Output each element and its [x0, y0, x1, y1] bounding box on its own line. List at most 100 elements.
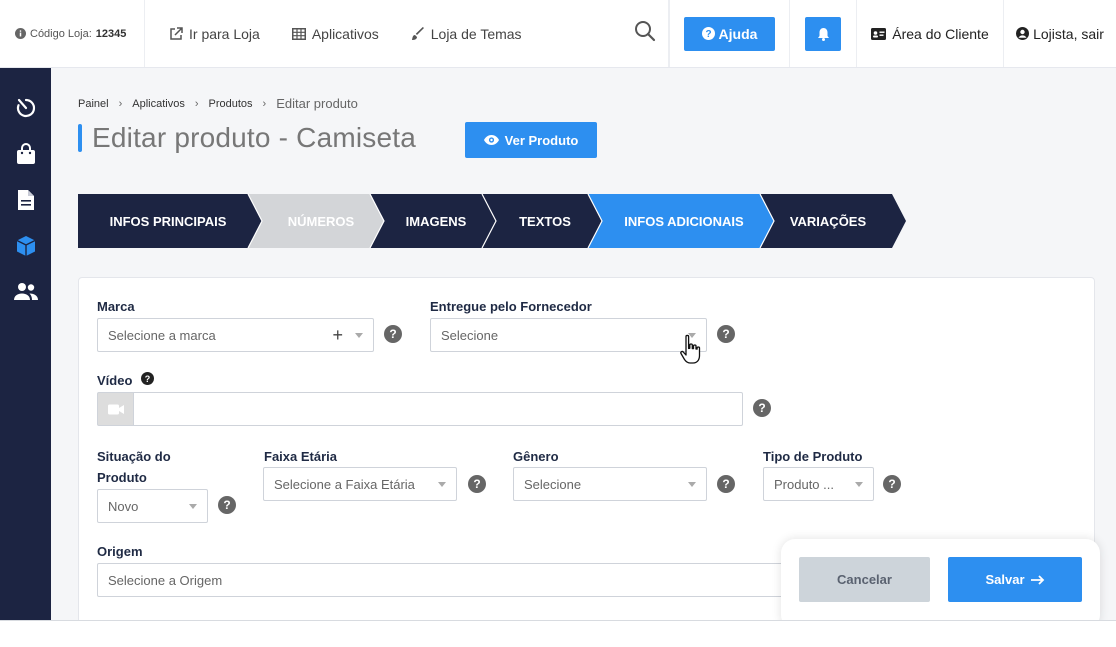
- origin-label: Origem: [97, 544, 143, 559]
- bottom-strip: [0, 620, 1116, 647]
- breadcrumb-separator-icon: ›: [118, 97, 123, 110]
- chevron-down-icon: [438, 482, 446, 487]
- link-go-to-store-label: Ir para Loja: [189, 25, 260, 42]
- chevron-down-icon: [688, 482, 696, 487]
- brand-label: Marca: [97, 299, 135, 314]
- page-title: Editar produto - Camiseta: [78, 122, 416, 154]
- tab-imagens[interactable]: IMAGENS: [380, 194, 492, 248]
- eye-icon: [483, 135, 499, 145]
- product-type-help-icon[interactable]: ?: [883, 475, 901, 493]
- age-range-label: Faixa Etária: [264, 449, 337, 464]
- product-type-select[interactable]: Produto ...: [763, 467, 874, 501]
- title-accent-bar: [78, 124, 82, 152]
- supplier-help-icon[interactable]: ?: [717, 325, 735, 343]
- link-apps[interactable]: Aplicativos: [291, 25, 379, 42]
- store-code-value: 12345: [95, 27, 127, 40]
- view-product-label: Ver Produto: [504, 132, 579, 148]
- speedometer-icon: [16, 98, 35, 118]
- gender-select[interactable]: Selecione: [513, 467, 707, 501]
- gender-label: Gênero: [513, 449, 559, 464]
- svg-text:?: ?: [705, 29, 711, 40]
- store-code-label: Código Loja:: [30, 27, 92, 40]
- condition-select-value: Novo: [108, 498, 139, 514]
- gender-select-placeholder: Selecione: [524, 476, 582, 492]
- tab-numeros[interactable]: NÚMEROS: [258, 194, 384, 248]
- supplier-select[interactable]: Selecione: [430, 318, 707, 352]
- search-button[interactable]: [634, 20, 656, 47]
- breadcrumb-item-products[interactable]: Produtos: [209, 98, 253, 110]
- help-button[interactable]: ? Ajuda: [684, 16, 775, 51]
- breadcrumb-item-panel[interactable]: Painel: [78, 98, 109, 110]
- age-range-select[interactable]: Selecione a Faixa Etária: [263, 467, 457, 501]
- grid-icon: [291, 27, 306, 40]
- condition-select[interactable]: Novo: [97, 489, 208, 523]
- video-icon-box: [97, 392, 133, 426]
- origin-select[interactable]: Selecione a Origem: [97, 563, 797, 597]
- bell-icon: [817, 27, 829, 41]
- client-area-link[interactable]: Área do Cliente: [857, 0, 1004, 67]
- search-icon: [635, 21, 656, 42]
- chevron-down-icon: [189, 504, 197, 509]
- video-label: Vídeo: [97, 373, 133, 388]
- tab-infos-principais[interactable]: INFOS PRINCIPAIS: [78, 194, 258, 248]
- sidebar-item-dashboard[interactable]: [14, 96, 38, 120]
- notifications-cell: [790, 0, 857, 67]
- info-icon: [15, 28, 26, 39]
- link-apps-label: Aplicativos: [311, 25, 379, 42]
- condition-help-icon[interactable]: ?: [218, 496, 236, 514]
- supplier-label: Entregue pelo Fornecedor: [430, 299, 592, 314]
- breadcrumb-separator-icon: ›: [262, 97, 267, 110]
- top-links: Ir para Loja Aplicativos Loja de Temas: [145, 0, 669, 67]
- sidebar-item-products[interactable]: [14, 234, 38, 258]
- product-type-label: Tipo de Produto: [763, 449, 863, 464]
- question-circle-icon: ?: [701, 27, 715, 40]
- video-camera-icon: [107, 404, 124, 414]
- cancel-button[interactable]: Cancelar: [799, 557, 930, 602]
- step-tabs: INFOS PRINCIPAIS NÚMEROS IMAGENS TEXTOS …: [78, 194, 906, 248]
- brush-icon: [411, 26, 424, 40]
- product-type-select-value: Produto ...: [774, 476, 834, 492]
- video-url-input[interactable]: [133, 392, 743, 426]
- brand-select[interactable]: Selecione a marca +: [97, 318, 374, 352]
- breadcrumb-item-apps[interactable]: Aplicativos: [132, 98, 185, 110]
- id-card-icon: [871, 27, 887, 40]
- brand-help-icon[interactable]: ?: [384, 325, 402, 343]
- action-panel: Cancelar Salvar: [781, 539, 1100, 629]
- logout-link[interactable]: Lojista, sair: [1004, 0, 1116, 67]
- chevron-down-icon: [855, 482, 863, 487]
- store-code: Código Loja: 12345: [0, 0, 145, 67]
- breadcrumb-separator-icon: ›: [194, 97, 199, 110]
- sidebar-item-customers[interactable]: [13, 280, 38, 304]
- users-icon: [13, 283, 38, 300]
- breadcrumb: Painel › Aplicativos › Produtos › Editar…: [78, 96, 358, 111]
- hand-cursor-icon: [678, 334, 704, 373]
- sidebar: [0, 68, 51, 620]
- help-button-label: Ajuda: [718, 25, 758, 42]
- add-brand-icon[interactable]: +: [332, 325, 343, 346]
- link-go-to-store[interactable]: Ir para Loja: [169, 26, 260, 42]
- age-range-help-icon[interactable]: ?: [468, 475, 486, 493]
- video-label-help-icon[interactable]: ?: [141, 372, 154, 385]
- notifications-button[interactable]: [805, 16, 841, 51]
- video-help-icon[interactable]: ?: [753, 399, 771, 417]
- tab-variacoes[interactable]: VARIAÇÕES: [770, 194, 886, 248]
- breadcrumb-current: Editar produto: [276, 96, 358, 111]
- shopping-bag-icon: [16, 143, 35, 164]
- client-area-label: Área do Cliente: [892, 25, 989, 42]
- link-theme-store-label: Loja de Temas: [430, 25, 522, 42]
- view-product-button[interactable]: Ver Produto: [465, 122, 597, 158]
- origin-select-placeholder: Selecione a Origem: [108, 572, 223, 588]
- arrow-right-icon: [1030, 574, 1044, 585]
- cube-icon: [16, 236, 35, 256]
- sidebar-item-documents[interactable]: [14, 188, 38, 212]
- tab-textos[interactable]: TEXTOS: [492, 194, 598, 248]
- external-link-icon: [170, 26, 183, 40]
- gender-help-icon[interactable]: ?: [717, 475, 735, 493]
- chevron-down-icon: [355, 333, 363, 338]
- save-button[interactable]: Salvar: [948, 557, 1082, 602]
- link-theme-store[interactable]: Loja de Temas: [411, 26, 522, 42]
- help-cell: ? Ajuda: [669, 0, 790, 67]
- tab-infos-adicionais[interactable]: INFOS ADICIONAIS: [598, 194, 770, 248]
- sidebar-item-orders[interactable]: [14, 142, 38, 166]
- brand-select-placeholder: Selecione a marca: [108, 327, 216, 343]
